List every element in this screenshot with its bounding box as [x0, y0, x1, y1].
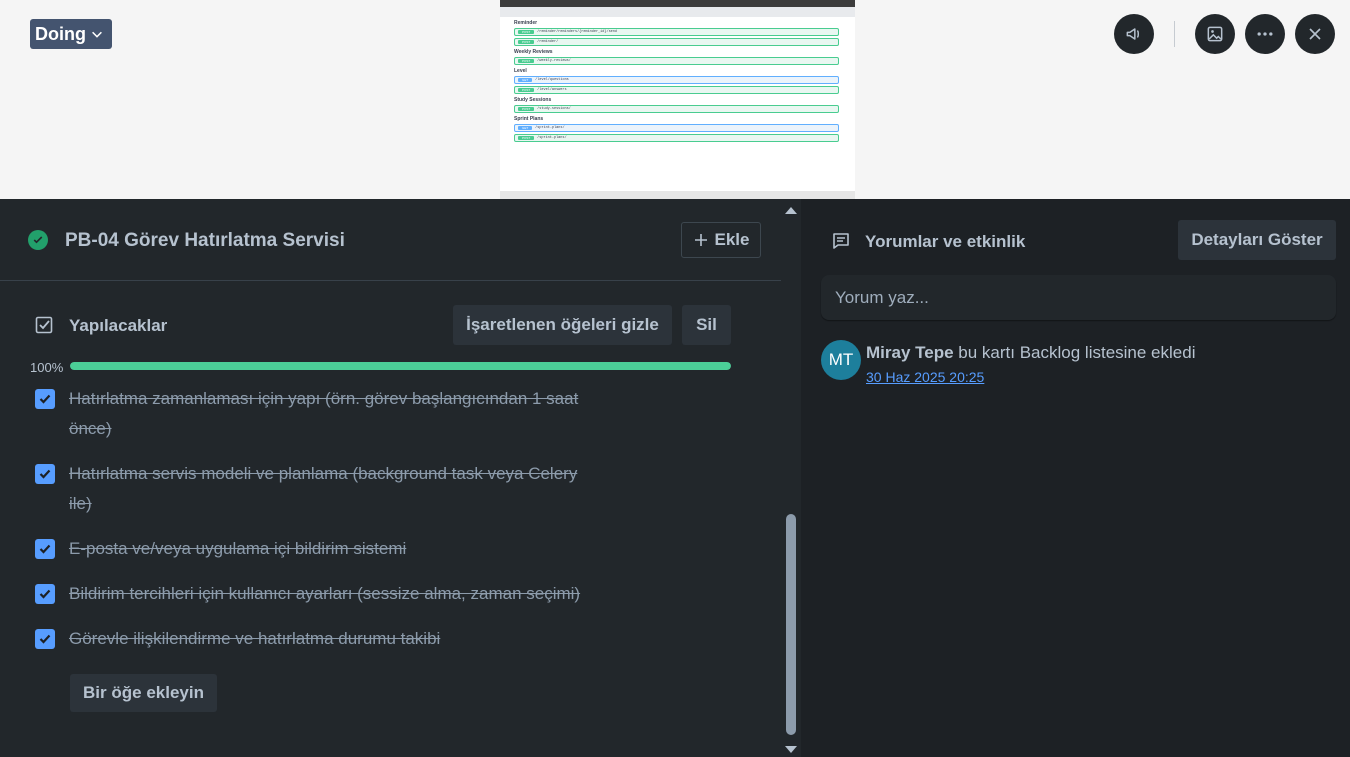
swagger-method: GET [518, 126, 533, 130]
checklist-item-text[interactable]: Görevle ilişkilendirme ve hatırlatma dur… [69, 624, 589, 654]
browser-addressbar [500, 7, 855, 17]
swagger-endpoint: POST/weekly-reviews/ [514, 57, 839, 65]
checklist-item: E-posta ve/veya uygulama içi bildirim si… [0, 538, 781, 583]
checklist-title[interactable]: Yapılacaklar [69, 316, 167, 336]
announce-button[interactable] [1114, 14, 1154, 54]
done-check-icon[interactable] [28, 230, 48, 250]
swagger-list: Reminder POST/reminder/reminders/{reminde… [500, 20, 855, 142]
card-title[interactable]: PB-04 Görev Hatırlatma Servisi [65, 230, 345, 252]
checkbox[interactable] [35, 389, 55, 409]
activity-action: bu kartı Backlog listesine ekledi [958, 343, 1196, 362]
checkbox[interactable] [35, 539, 55, 559]
close-button[interactable] [1295, 14, 1335, 54]
checklist-item-text[interactable]: Hatırlatma zamanlaması için yapı (örn. g… [69, 384, 589, 444]
swagger-path: /level/answers [537, 88, 567, 92]
swagger-endpoint: POST/reminder/ [514, 38, 839, 46]
image-icon [1207, 26, 1223, 42]
swagger-endpoint: GET/level/questions [514, 76, 839, 84]
add-button[interactable]: Ekle [681, 222, 761, 258]
comment-icon [833, 233, 849, 249]
scrollbar[interactable] [781, 199, 801, 757]
scroll-up-arrow[interactable] [785, 207, 797, 214]
checklist-item-text[interactable]: Hatırlatma servis modeli ve planlama (ba… [69, 459, 589, 519]
scroll-thumb[interactable] [786, 514, 796, 735]
delete-checklist-button[interactable]: Sil [682, 305, 731, 345]
cover-image-button[interactable] [1195, 14, 1235, 54]
swagger-endpoint: POST/reminder/reminders/{reminder_id}/se… [514, 28, 839, 36]
megaphone-icon [1126, 28, 1140, 40]
swagger-section-title: Weekly Reviews [514, 49, 553, 55]
os-taskbar [500, 191, 855, 199]
comment-input[interactable] [821, 275, 1336, 320]
more-icon [1257, 32, 1273, 36]
browser-tabbar [500, 0, 855, 7]
checkbox[interactable] [35, 629, 55, 649]
checklist-item-text[interactable]: E-posta ve/veya uygulama içi bildirim si… [69, 534, 589, 564]
swagger-method: POST [518, 59, 535, 63]
checklist-item: Hatırlatma zamanlaması için yapı (örn. g… [0, 388, 781, 463]
swagger-section-title: Reminder [514, 20, 538, 26]
status-dropdown[interactable]: Doing [30, 19, 112, 49]
swagger-method: POST [518, 107, 535, 111]
swagger-endpoint: POST/study-sessions/ [514, 105, 839, 113]
avatar[interactable]: MT [821, 340, 861, 380]
swagger-endpoint: POST/level/answers [514, 86, 839, 94]
swagger-endpoint: GET/sprint-plans/ [514, 124, 839, 132]
swagger-path: /reminder/reminders/{reminder_id}/send [537, 30, 617, 34]
checklist-item: Hatırlatma servis modeli ve planlama (ba… [0, 463, 781, 538]
progress-bar [70, 362, 731, 370]
activity-entry: Miray Tepe bu kartı Backlog listesine ek… [866, 343, 1195, 363]
checklist-item: Bildirim tercihleri için kullanıcı ayarl… [0, 583, 781, 628]
swagger-endpoint: POST/sprint-plans/ [514, 134, 839, 142]
card-cover: Doing Reminder POST/reminder/reminders/{r… [0, 0, 1350, 199]
swagger-method: POST [518, 136, 535, 140]
activity-title: Yorumlar ve etkinlik [865, 232, 1026, 251]
progress-percent: 100% [30, 360, 64, 375]
checklist-items: Hatırlatma zamanlaması için yapı (örn. g… [0, 388, 781, 673]
add-item-button[interactable]: Bir öğe ekleyin [70, 674, 217, 712]
close-icon [1309, 28, 1321, 40]
add-button-label: Ekle [714, 230, 750, 249]
checklist-icon [35, 316, 53, 334]
progress-fill [70, 362, 731, 370]
checkbox[interactable] [35, 464, 55, 484]
more-button[interactable] [1245, 14, 1285, 54]
hide-checked-button[interactable]: İşaretlenen öğeleri gizle [453, 305, 672, 345]
plus-icon [694, 234, 707, 246]
checklist-item: Görevle ilişkilendirme ve hatırlatma dur… [0, 628, 781, 673]
swagger-section-title: Sprint Plans [514, 116, 544, 122]
card-header: PB-04 Görev Hatırlatma Servisi Ekle [0, 199, 781, 281]
swagger-section-title: Level [514, 68, 527, 74]
scroll-down-arrow[interactable] [785, 746, 797, 753]
status-label: Doing [35, 23, 86, 44]
cover-image: Reminder POST/reminder/reminders/{reminde… [500, 0, 855, 199]
swagger-path: /reminder/ [537, 40, 559, 44]
swagger-method: POST [518, 30, 535, 34]
activity-panel: Yorumlar ve etkinlik Detayları Göster MT… [801, 199, 1350, 757]
activity-date[interactable]: 30 Haz 2025 20:25 [866, 369, 984, 385]
swagger-path: /level/questions [535, 78, 569, 82]
checkbox[interactable] [35, 584, 55, 604]
swagger-section-title: Study Sessions [514, 97, 552, 103]
show-details-button[interactable]: Detayları Göster [1178, 220, 1336, 260]
activity-user[interactable]: Miray Tepe [866, 343, 954, 362]
card-main-panel: PB-04 Görev Hatırlatma Servisi Ekle Yapı… [0, 199, 781, 757]
chevron-down-icon [92, 31, 102, 38]
checklist-item-text[interactable]: Bildirim tercihleri için kullanıcı ayarl… [69, 579, 589, 609]
divider [1174, 21, 1175, 47]
swagger-method: GET [518, 78, 533, 82]
swagger-method: POST [518, 40, 535, 44]
swagger-path: /study-sessions/ [537, 107, 571, 111]
swagger-path: /sprint-plans/ [537, 136, 567, 140]
swagger-method: POST [518, 88, 535, 92]
swagger-path: /sprint-plans/ [535, 126, 565, 130]
swagger-path: /weekly-reviews/ [537, 59, 571, 63]
